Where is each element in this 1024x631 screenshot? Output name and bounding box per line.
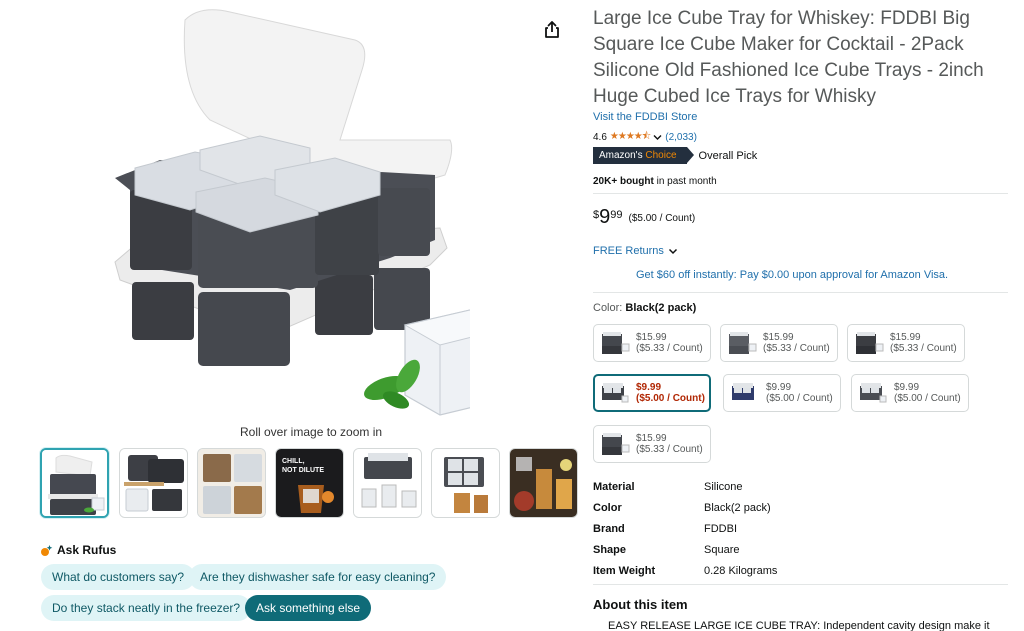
spec-value: Black(2 pack) [704, 501, 771, 514]
store-link[interactable]: Visit the FDDBI Store [593, 111, 697, 123]
about-bullet: EASY RELEASE LARGE ICE CUBE TRAY: Indepe… [608, 620, 1008, 631]
spec-value: FDDBI [704, 522, 737, 535]
swatch-unit: ($5.33 / Count) [763, 343, 830, 354]
swatch-image [860, 383, 887, 403]
color-swatch-3[interactable]: $15.99 ($5.33 / Count) [847, 324, 965, 362]
chevron-down-icon [668, 248, 677, 254]
spec-row: Shape Square [593, 539, 1008, 560]
thumbnail-1[interactable] [40, 448, 109, 518]
rufus-chip-customers-say[interactable]: What do customers say? [41, 564, 196, 590]
rating-row: 4.6 ★★★★⯪ (2,033) [593, 129, 697, 146]
color-label-key: Color: [593, 302, 623, 314]
swatch-price: $15.99 [636, 433, 667, 444]
badge-label: Overall Pick [698, 149, 758, 162]
swatch-image [602, 332, 630, 354]
price-whole: 9 [599, 206, 611, 228]
share-icon[interactable] [542, 20, 562, 40]
badge-choice: Choice [645, 150, 677, 161]
swatch-image [856, 332, 884, 354]
color-swatch-2[interactable]: $15.99 ($5.33 / Count) [720, 324, 838, 362]
swatch-image [729, 332, 757, 354]
rating-value: 4.6 [593, 132, 607, 143]
thumbnail-5[interactable] [353, 448, 422, 518]
divider [593, 193, 1008, 194]
thumbnail-4[interactable]: CHILL, NOT DILUTE [275, 448, 344, 518]
badge-prefix: Amazon's [599, 150, 643, 161]
swatch-price: $15.99 [890, 332, 921, 343]
price: $ 9 99 ($5.00 / Count) [593, 206, 695, 228]
rufus-chip-dishwasher[interactable]: Are they dishwasher safe for easy cleani… [189, 564, 447, 590]
spec-value: Square [704, 543, 740, 556]
product-main-image[interactable] [100, 0, 470, 425]
color-swatch-7[interactable]: $15.99 ($5.33 / Count) [593, 425, 711, 463]
color-swatch-5[interactable]: $9.99 ($5.00 / Count) [723, 374, 841, 412]
thumbnail-strip: CHILL, NOT DILUTE [40, 448, 580, 520]
ask-rufus-title: Ask Rufus [57, 543, 117, 557]
swatch-price: $9.99 [766, 382, 792, 393]
bought-count: 20K+ bought in past month [593, 176, 717, 187]
price-fraction: 99 [610, 209, 623, 221]
color-label-value: Black(2 pack) [625, 302, 697, 314]
rating-count-link[interactable]: (2,033) [665, 132, 697, 143]
spec-key: Color [593, 501, 622, 514]
divider [593, 584, 1008, 585]
color-label: Color: Black(2 pack) [593, 302, 696, 314]
spec-row: Color Black(2 pack) [593, 497, 1008, 518]
spec-key: Item Weight [593, 564, 656, 577]
spec-key: Brand [593, 522, 625, 535]
free-returns-label: FREE Returns [593, 245, 664, 257]
spec-key: Shape [593, 543, 627, 556]
divider [593, 292, 1008, 293]
rufus-chip-stack[interactable]: Do they stack neatly in the freezer? [41, 595, 252, 621]
swatch-image [602, 383, 629, 403]
thumbnail-7[interactable] [509, 448, 578, 518]
thumbnail-3[interactable] [197, 448, 266, 518]
swatch-unit: ($5.00 / Count) [894, 393, 961, 404]
spec-key: Material [593, 480, 635, 493]
amazons-choice-badge-row: Amazon's Choice Overall Pick [593, 147, 757, 164]
spec-row: Material Silicone [593, 476, 1008, 497]
product-specs-table: Material Silicone Color Black(2 pack) Bran… [593, 476, 1008, 581]
bought-count-bold: 20K+ bought [593, 176, 654, 187]
visa-promo-link[interactable]: Get $60 off instantly: Pay $0.00 upon ap… [636, 269, 948, 281]
color-swatch-6[interactable]: $9.99 ($5.00 / Count) [851, 374, 969, 412]
swatch-unit: ($5.33 / Count) [636, 343, 703, 354]
zoom-hint: Roll over image to zoom in [240, 425, 383, 439]
swatch-price: $9.99 [894, 382, 920, 393]
swatch-image [732, 383, 754, 400]
swatch-unit: ($5.33 / Count) [636, 444, 703, 455]
svg-text:CHILL,: CHILL, [282, 458, 305, 465]
svg-text:NOT DILUTE: NOT DILUTE [282, 467, 324, 474]
color-swatch-4-selected[interactable]: $9.99 ($5.00 / Count) [593, 374, 711, 412]
price-per-unit: ($5.00 / Count) [628, 213, 696, 224]
ask-rufus-panel: Ask Rufus What do customers say? Are the… [40, 540, 480, 630]
swatch-price: $15.99 [636, 332, 667, 343]
about-this-item-heading: About this item [593, 597, 688, 612]
bought-count-rest: in past month [656, 176, 717, 187]
spec-value: Silicone [704, 480, 743, 493]
ask-rufus-heading: Ask Rufus [40, 543, 116, 557]
spec-row: Brand FDDBI [593, 518, 1008, 539]
amazons-choice-badge: Amazon's Choice [593, 147, 693, 164]
swatch-price: $9.99 [636, 382, 662, 393]
spec-row: Item Weight 0.28 Kilograms [593, 560, 1008, 581]
swatch-price: $15.99 [763, 332, 794, 343]
swatch-unit: ($5.00 / Count) [636, 393, 705, 404]
swatch-image [602, 433, 630, 455]
product-title: Large Ice Cube Tray for Whiskey: FDDBI B… [593, 8, 984, 107]
chevron-down-icon[interactable] [653, 134, 662, 141]
spec-value: 0.28 Kilograms [704, 564, 778, 577]
thumbnail-2[interactable] [119, 448, 188, 518]
swatch-unit: ($5.00 / Count) [766, 393, 833, 404]
thumbnail-6[interactable] [431, 448, 500, 518]
rufus-chip-ask-something-else[interactable]: Ask something else [245, 595, 372, 621]
rufus-icon [41, 544, 53, 556]
free-returns-link[interactable]: FREE Returns [593, 245, 678, 257]
star-rating-icon[interactable]: ★★★★⯪ [610, 129, 651, 146]
swatch-unit: ($5.33 / Count) [890, 343, 957, 354]
color-swatch-1[interactable]: $15.99 ($5.33 / Count) [593, 324, 711, 362]
